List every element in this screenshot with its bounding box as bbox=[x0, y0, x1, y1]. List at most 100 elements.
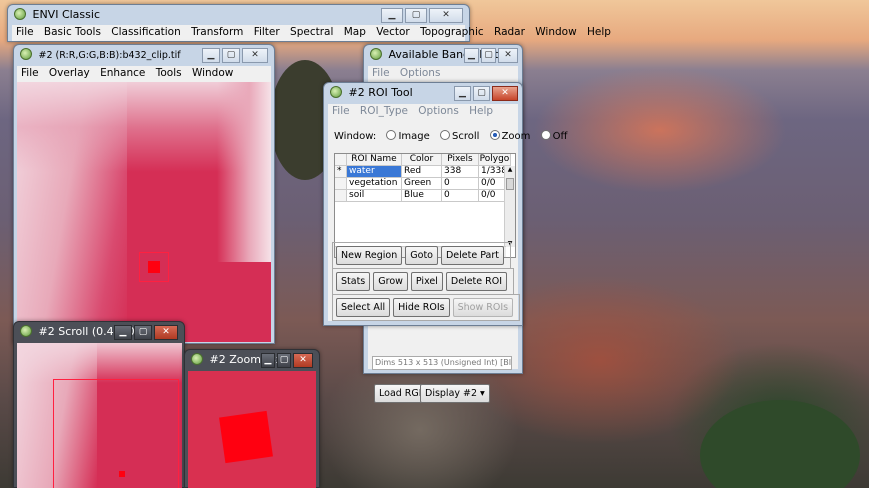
image-view-box[interactable] bbox=[53, 379, 179, 488]
table-row[interactable]: * water Red 338 1/338 bbox=[335, 166, 511, 178]
menu-options[interactable]: Options bbox=[400, 67, 441, 79]
roi-ops-button-group: Stats Grow Pixel Delete ROI bbox=[332, 268, 515, 295]
select-all-button[interactable]: Select All bbox=[336, 298, 391, 317]
minimize-button[interactable]: ▁ bbox=[261, 353, 275, 368]
scroll-titlebar[interactable]: #2 Scroll (0.49903) ▁ ▢ ✕ bbox=[14, 322, 184, 342]
close-button[interactable]: ✕ bbox=[154, 325, 178, 340]
bands-titlebar[interactable]: Available Bands List ▁ ▢ ✕ bbox=[364, 45, 522, 65]
close-button[interactable]: ✕ bbox=[293, 353, 313, 368]
roi-color-cell[interactable]: Blue bbox=[402, 190, 442, 202]
menu-overlay[interactable]: Overlay bbox=[49, 67, 90, 79]
maximize-button[interactable]: ▢ bbox=[277, 353, 291, 368]
image-window: #2 (R:R,G:G,B:B):b432_clip.tif ▁ ▢ ✕ Fil… bbox=[13, 44, 275, 344]
goto-button[interactable]: Goto bbox=[405, 246, 438, 265]
table-row[interactable]: vegetation Green 0 0/0 bbox=[335, 178, 511, 190]
menu-filter[interactable]: Filter bbox=[254, 26, 280, 38]
envi-app-icon bbox=[330, 86, 342, 98]
roi-name-cell[interactable]: vegetation bbox=[347, 178, 402, 190]
roi-menubar: File ROI_Type Options Help bbox=[328, 104, 518, 120]
menu-spectral[interactable]: Spectral bbox=[290, 26, 333, 38]
maximize-button[interactable]: ▢ bbox=[473, 86, 490, 101]
menu-help[interactable]: Help bbox=[469, 105, 493, 117]
image-canvas[interactable] bbox=[17, 82, 271, 342]
radio-zoom-label[interactable]: Zoom bbox=[502, 131, 531, 142]
window-controls: ▁ ▢ ✕ bbox=[202, 48, 268, 63]
close-button[interactable]: ✕ bbox=[429, 8, 463, 23]
dims-label: Dims 513 x 513 (Unsigned Int) [BIP] bbox=[372, 356, 512, 370]
delete-part-button[interactable]: Delete Part bbox=[440, 246, 504, 265]
close-button[interactable]: ✕ bbox=[242, 48, 268, 63]
header-roi-name[interactable]: ROI Name bbox=[347, 154, 402, 166]
menu-options[interactable]: Options bbox=[418, 105, 459, 117]
scroll-canvas[interactable] bbox=[17, 343, 182, 488]
table-vertical-scrollbar[interactable]: ▲ ▼ bbox=[504, 166, 515, 247]
minimize-button[interactable]: ▁ bbox=[454, 86, 471, 101]
zoom-canvas[interactable] bbox=[188, 371, 316, 488]
close-button[interactable]: ✕ bbox=[492, 86, 518, 101]
menu-file[interactable]: File bbox=[16, 26, 34, 38]
menu-vector[interactable]: Vector bbox=[376, 26, 409, 38]
menu-transform[interactable]: Transform bbox=[191, 26, 243, 38]
radio-off-label[interactable]: Off bbox=[553, 131, 568, 142]
maximize-button[interactable]: ▢ bbox=[222, 48, 240, 63]
table-header: ROI Name Color Pixels Polygo bbox=[335, 154, 511, 166]
roi-titlebar[interactable]: #2 ROI Tool ▁ ▢ ✕ bbox=[324, 83, 522, 103]
radio-scroll[interactable] bbox=[439, 130, 450, 140]
menu-file[interactable]: File bbox=[372, 67, 390, 79]
scroll-up-arrow-icon[interactable]: ▲ bbox=[505, 166, 515, 173]
radio-off[interactable] bbox=[540, 130, 551, 140]
roi-water-polygon bbox=[119, 471, 125, 477]
visibility-button-group: Select All Hide ROIs Show ROIs bbox=[332, 294, 521, 321]
roi-name-cell[interactable]: soil bbox=[347, 190, 402, 202]
menu-map[interactable]: Map bbox=[344, 26, 366, 38]
minimize-button[interactable]: ▁ bbox=[114, 325, 132, 340]
minimize-button[interactable]: ▁ bbox=[202, 48, 220, 63]
maximize-button[interactable]: ▢ bbox=[134, 325, 152, 340]
roi-body: Window: Image Scroll Zoom Off ROI Name C… bbox=[328, 120, 567, 321]
pixel-button[interactable]: Pixel bbox=[410, 272, 443, 291]
envi-main-titlebar[interactable]: ENVI Classic ▁ ▢ ✕ bbox=[8, 5, 469, 25]
menu-window[interactable]: Window bbox=[192, 67, 233, 79]
maximize-button[interactable]: ▢ bbox=[405, 8, 427, 23]
menu-window[interactable]: Window bbox=[535, 26, 576, 38]
menu-help[interactable]: Help bbox=[587, 26, 611, 38]
zoom-titlebar[interactable]: #2 Zoom [4x] ▁ ▢ ✕ bbox=[185, 350, 319, 370]
radio-scroll-label[interactable]: Scroll bbox=[452, 131, 479, 142]
roi-color-cell[interactable]: Red bbox=[402, 166, 442, 178]
roi-name-cell[interactable]: water bbox=[347, 166, 402, 178]
radio-image[interactable] bbox=[386, 130, 397, 140]
menu-classification[interactable]: Classification bbox=[111, 26, 180, 38]
header-polygons[interactable]: Polygo bbox=[479, 154, 511, 166]
radio-zoom[interactable] bbox=[489, 130, 500, 140]
window-controls: ▁ ▢ ✕ bbox=[114, 325, 178, 340]
menu-radar[interactable]: Radar bbox=[494, 26, 525, 38]
row-marker bbox=[335, 190, 347, 202]
window-radio-group: Window: Image Scroll Zoom Off bbox=[334, 130, 567, 142]
stats-button[interactable]: Stats bbox=[336, 272, 371, 291]
minimize-button[interactable]: ▁ bbox=[381, 8, 403, 23]
radio-image-label[interactable]: Image bbox=[398, 131, 429, 142]
header-pixels[interactable]: Pixels bbox=[442, 154, 479, 166]
envi-main-window: ENVI Classic ▁ ▢ ✕ File Basic Tools Clas… bbox=[7, 4, 611, 42]
scroll-thumb[interactable] bbox=[506, 178, 514, 190]
menu-file[interactable]: File bbox=[332, 105, 350, 117]
image-titlebar[interactable]: #2 (R:R,G:G,B:B):b432_clip.tif ▁ ▢ ✕ bbox=[14, 45, 274, 65]
envi-app-icon bbox=[370, 48, 382, 60]
menu-tools[interactable]: Tools bbox=[156, 67, 182, 79]
menu-file[interactable]: File bbox=[21, 67, 39, 79]
maximize-button[interactable]: ▢ bbox=[481, 48, 496, 63]
new-region-button[interactable]: New Region bbox=[336, 246, 403, 265]
hide-rois-button[interactable]: Hide ROIs bbox=[393, 298, 450, 317]
close-button[interactable]: ✕ bbox=[498, 48, 518, 63]
menu-topographic[interactable]: Topographic bbox=[420, 26, 484, 38]
menu-roi-type[interactable]: ROI_Type bbox=[360, 105, 408, 117]
header-color[interactable]: Color bbox=[402, 154, 442, 166]
delete-roi-button[interactable]: Delete ROI bbox=[445, 272, 508, 291]
table-row[interactable]: soil Blue 0 0/0 bbox=[335, 190, 511, 202]
grow-button[interactable]: Grow bbox=[373, 272, 408, 291]
menu-basic-tools[interactable]: Basic Tools bbox=[44, 26, 101, 38]
roi-color-cell[interactable]: Green bbox=[402, 178, 442, 190]
minimize-button[interactable]: ▁ bbox=[464, 48, 479, 63]
menu-enhance[interactable]: Enhance bbox=[100, 67, 145, 79]
display-select[interactable]: Display #2 ▾ bbox=[420, 384, 490, 403]
